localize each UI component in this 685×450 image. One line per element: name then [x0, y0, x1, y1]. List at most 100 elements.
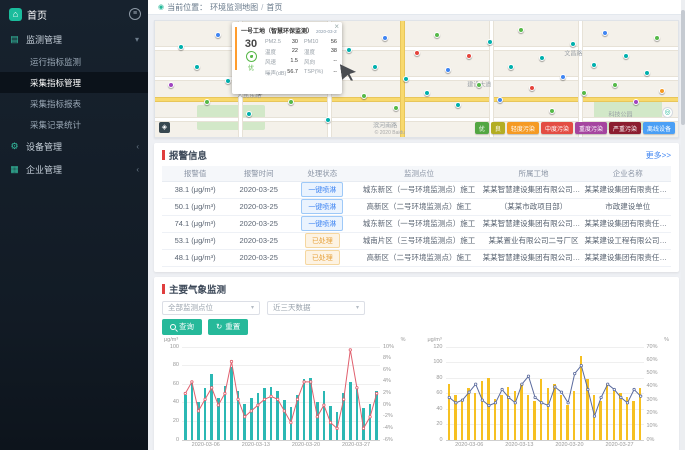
- aqi-chip[interactable]: 良: [491, 122, 505, 134]
- map-marker[interactable]: [518, 27, 524, 33]
- reset-button[interactable]: ↻ 重置: [208, 319, 248, 335]
- map-marker[interactable]: [434, 32, 440, 38]
- spray-button[interactable]: 一键喷淋: [301, 199, 343, 214]
- sidebar-item-sub[interactable]: 运行指标监测: [0, 51, 148, 72]
- table-header-cell: 报警时间: [228, 166, 289, 181]
- map-marker[interactable]: [288, 99, 294, 105]
- y-axis-tick-right: 6%: [383, 367, 391, 373]
- table-row: 48.1 (μg/m³)2020-03-25已处理高新区（二号环境监测点）施工某…: [162, 249, 671, 266]
- map-marker[interactable]: [623, 53, 629, 59]
- map-marker[interactable]: [539, 55, 545, 61]
- map-marker[interactable]: [372, 64, 378, 70]
- map-marker[interactable]: [204, 99, 210, 105]
- map-marker[interactable]: [497, 97, 503, 103]
- company-cell: 某某建设集团有限责任公司一厂区: [584, 249, 671, 266]
- map-marker[interactable]: [168, 82, 174, 88]
- page-scrollbar[interactable]: [681, 0, 685, 450]
- more-link[interactable]: 更多>>: [646, 150, 671, 161]
- y-axis-tick: 80: [173, 362, 179, 368]
- popup-field-label: PM10: [304, 39, 318, 45]
- breadcrumb-home-link[interactable]: 首页: [266, 2, 282, 13]
- aqi-chip[interactable]: 重度污染: [575, 122, 607, 134]
- map-marker[interactable]: [487, 39, 493, 45]
- map-marker[interactable]: [659, 88, 665, 94]
- map-marker[interactable]: [403, 76, 409, 82]
- map-marker[interactable]: [508, 64, 514, 70]
- map-marker[interactable]: [654, 35, 660, 41]
- sidebar-item-active[interactable]: 采集指标管理: [0, 72, 148, 93]
- map-marker[interactable]: [529, 85, 535, 91]
- map-marker[interactable]: [382, 35, 388, 41]
- sidebar-item-sub[interactable]: 采集指标报表: [0, 93, 148, 114]
- sidebar-item-sub[interactable]: 采集记录统计: [0, 114, 148, 135]
- y-axis-tick: 100: [170, 344, 179, 350]
- site-cell: （某某市政项目部）: [483, 198, 585, 215]
- sidebar-group-device[interactable]: ⚙设备管理‹: [0, 135, 148, 158]
- popup-field-label: 风速: [265, 58, 276, 66]
- sidebar-item-home[interactable]: ⌂ 首页 ≡: [0, 0, 148, 28]
- aqi-chip[interactable]: 严重污染: [609, 122, 641, 134]
- breadcrumb-map-link[interactable]: 环境监测地图: [210, 2, 258, 13]
- map-marker[interactable]: [476, 82, 482, 88]
- menu-toggle-icon[interactable]: ≡: [129, 8, 141, 20]
- table-row: 74.1 (μg/m³)2020-03-25一键喷淋城东新区（一号环境监测点）施…: [162, 215, 671, 232]
- map-marker[interactable]: [361, 93, 367, 99]
- streetview-icon[interactable]: ◈: [159, 122, 170, 133]
- popup-field: 温度22: [265, 48, 298, 56]
- site-cell: 某某智慧建设集团有限公司一号厂区: [483, 181, 585, 198]
- map-marker[interactable]: [445, 67, 451, 73]
- date-range-select[interactable]: 近三天数据 ▾: [267, 301, 365, 315]
- map-marker[interactable]: [346, 47, 352, 53]
- map-marker[interactable]: [612, 82, 618, 88]
- chevron-icon: ‹: [136, 165, 139, 174]
- scrollbar-thumb[interactable]: [681, 10, 685, 125]
- company-cell: 某某建设工程有限公司厂区: [584, 232, 671, 249]
- x-axis-tick: 2020-03-27: [605, 442, 633, 448]
- map-marker[interactable]: [581, 90, 587, 96]
- date-range-select-value: 近三天数据: [273, 302, 311, 313]
- pm25-bar-chart: μg/m³%10080604020010%8%6%4%2%0%-2%-4%-6%…: [162, 337, 408, 450]
- monitor-point-cell: 城东新区（一号环境监测点）施工: [355, 215, 482, 232]
- y-axis-tick: 40: [436, 406, 442, 412]
- map-marker[interactable]: [178, 44, 184, 50]
- map-marker[interactable]: [225, 78, 231, 84]
- spray-button[interactable]: 一键喷淋: [301, 182, 343, 197]
- map-marker[interactable]: [325, 117, 331, 123]
- map-marker[interactable]: [644, 70, 650, 76]
- folder-icon: ▤: [9, 34, 20, 45]
- map-marker[interactable]: [424, 90, 430, 96]
- y-axis-tick: 0: [439, 437, 442, 443]
- aqi-chip[interactable]: 离线设备: [643, 122, 675, 134]
- aqi-chip[interactable]: 轻度污染: [507, 122, 539, 134]
- y-axis-unit-left: μg/m³: [164, 337, 178, 343]
- sidebar-group-company[interactable]: ▦企业管理‹: [0, 158, 148, 181]
- map-marker[interactable]: [466, 53, 472, 59]
- sidebar-group-monitor[interactable]: ▤监测管理▾: [0, 28, 148, 51]
- search-button[interactable]: 查询: [162, 319, 202, 335]
- map-marker[interactable]: [414, 50, 420, 56]
- alarm-section: 报警信息 更多>> 报警值报警时间处理状态监测点位所属工地企业名称 38.1 (…: [154, 143, 679, 272]
- map-marker[interactable]: [591, 62, 597, 68]
- close-icon[interactable]: ×: [334, 22, 339, 31]
- weather-section: 主要气象监测 全部监测点位 ▾ 近三天数据 ▾ 查询: [154, 277, 679, 450]
- aqi-chip[interactable]: 中度污染: [541, 122, 573, 134]
- map[interactable]: 中山北路建设大道人民东路文昌路滨河南路科技公园 × 一号工地（智慧环保监测） 2…: [154, 20, 679, 138]
- monitor-point-select[interactable]: 全部监测点位 ▾: [162, 301, 260, 315]
- map-marker[interactable]: [633, 99, 639, 105]
- content: 中山北路建设大道人民东路文昌路滨河南路科技公园 × 一号工地（智慧环保监测） 2…: [148, 15, 685, 450]
- map-marker[interactable]: [246, 111, 252, 117]
- spray-button[interactable]: 一键喷淋: [301, 216, 343, 231]
- y-axis-tick: 80: [436, 375, 442, 381]
- map-marker[interactable]: [215, 32, 221, 38]
- map-marker[interactable]: [560, 74, 566, 80]
- alarm-action-cell: 一键喷淋: [289, 198, 355, 215]
- map-marker[interactable]: [549, 108, 555, 114]
- map-marker[interactable]: [602, 30, 608, 36]
- map-park: [197, 105, 265, 131]
- map-marker[interactable]: [194, 64, 200, 70]
- map-marker[interactable]: [393, 105, 399, 111]
- refresh-map-button[interactable]: ◎: [662, 107, 673, 118]
- map-marker[interactable]: [570, 41, 576, 47]
- map-marker[interactable]: [455, 102, 461, 108]
- aqi-chip[interactable]: 优: [475, 122, 489, 134]
